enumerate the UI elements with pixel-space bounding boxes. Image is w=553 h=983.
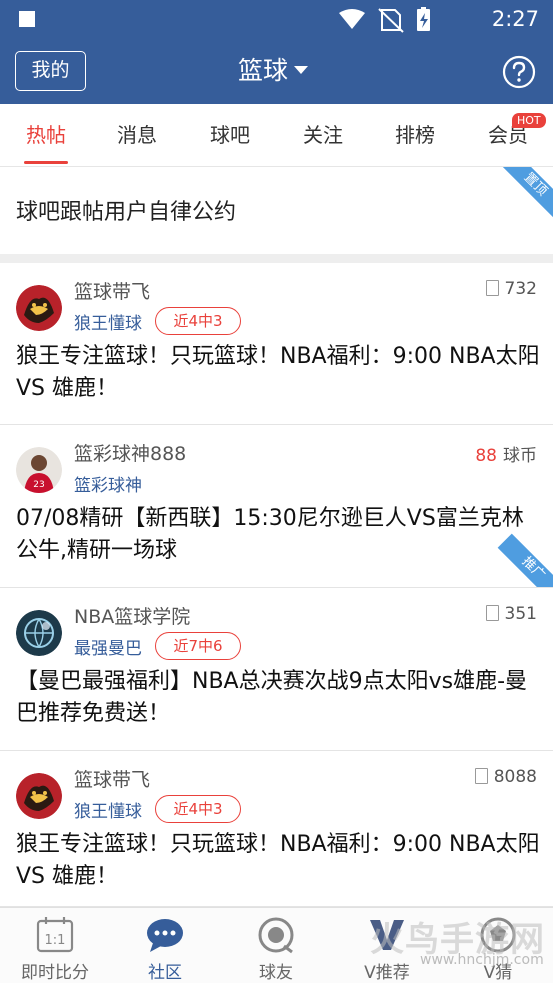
author-name[interactable]: 篮彩球神888 <box>74 439 186 466</box>
score-icon-text: 1:1 <box>45 933 66 948</box>
tab-forum[interactable]: 球吧 <box>206 104 254 167</box>
post-title: 【曼巴最强福利】NBA总决赛次战9点太阳vs雄鹿-曼巴推荐免费送！ <box>16 669 528 726</box>
page-title: 篮球 <box>238 56 289 85</box>
svg-text:23: 23 <box>33 480 44 490</box>
tab-label: 关注 <box>303 123 343 147</box>
active-tab-indicator <box>24 161 68 164</box>
help-icon[interactable] <box>502 55 536 89</box>
post-title: 07/08精研【新西联】15:30尼尔逊巨人VS富兰克林公牛,精研一场球 <box>16 506 524 563</box>
tab-label: 热帖 <box>26 123 66 147</box>
app-header: 我的 篮球 <box>0 40 553 104</box>
nav-v-guess[interactable]: V猜 <box>443 908 553 983</box>
author-tag: 最强曼巴 <box>74 639 142 659</box>
author-tag: 狼王懂球 <box>74 314 142 334</box>
view-count: 8088 <box>474 767 537 787</box>
coin-unit: 球币 <box>503 446 537 466</box>
status-bar: 2:27 <box>0 0 553 40</box>
sport-selector[interactable]: 篮球 <box>238 55 309 89</box>
document-icon <box>485 280 499 296</box>
tab-ranking[interactable]: 排榜 <box>391 104 439 167</box>
coin-amount: 88 <box>475 446 497 466</box>
record-badge: 近7中6 <box>155 632 241 660</box>
tab-following[interactable]: 关注 <box>299 104 347 167</box>
nav-label: 即时比分 <box>21 963 89 983</box>
post-card[interactable]: 篮球带飞 狼王懂球 近4中3 8088 狼王专注篮球！只玩篮球！NBA福利：9:… <box>0 751 553 907</box>
bottom-nav: 1:1 即时比分 社区 球友 V推荐 V猜 <box>0 907 553 983</box>
tab-label: 排榜 <box>395 123 435 147</box>
view-count-value: 732 <box>504 279 537 299</box>
pinned-ribbon: 置顶 <box>499 167 553 221</box>
avatar <box>16 773 62 819</box>
app-screen: 2:27 我的 篮球 热帖 消息 球吧 关注 排榜 会员 HOT 球吧跟帖用户自… <box>0 0 553 983</box>
v-icon <box>370 920 404 950</box>
avatar: 23 <box>16 447 62 493</box>
guess-ball-icon <box>480 917 516 953</box>
author-name[interactable]: NBA篮球学院 <box>74 602 190 629</box>
notification-icon <box>19 11 35 27</box>
post-card[interactable]: NBA篮球学院 最强曼巴 近7中6 351 【曼巴最强福利】NBA总决赛次战9点… <box>0 588 553 751</box>
status-icons <box>339 7 430 33</box>
nav-v-recommend[interactable]: V推荐 <box>332 908 442 983</box>
post-title: 狼王专注篮球！只玩篮球！NBA福利：9:00 NBA太阳 VS 雄鹿！ <box>16 344 540 401</box>
pinned-post-title: 球吧跟帖用户自律公约 <box>16 200 237 225</box>
document-icon <box>485 605 499 621</box>
pinned-post[interactable]: 球吧跟帖用户自律公约 置顶 <box>0 167 553 254</box>
author-tag: 篮彩球神 <box>74 476 142 496</box>
tab-label: 球吧 <box>210 123 250 147</box>
post-card[interactable]: 23 篮彩球神888 篮彩球神 88 球币 07/08精研【新西联】15:30尼尔… <box>0 425 553 588</box>
ball-icon <box>258 917 294 954</box>
tab-label: 消息 <box>117 123 157 147</box>
record-badge: 近4中3 <box>155 307 241 335</box>
post-card[interactable]: 篮球带飞 狼王懂球 近4中3 732 狼王专注篮球！只玩篮球！NBA福利：9:0… <box>0 263 553 425</box>
author-tag: 狼王懂球 <box>74 802 142 822</box>
author-name[interactable]: 篮球带飞 <box>74 277 150 304</box>
section-divider <box>0 254 553 263</box>
nav-label: V推荐 <box>364 963 410 983</box>
no-sim-icon <box>378 8 404 33</box>
avatar <box>16 610 62 656</box>
nav-label: 球友 <box>259 963 293 983</box>
post-title: 狼王专注篮球！只玩篮球！NBA福利：9:00 NBA太阳 VS 雄鹿！ <box>16 832 540 889</box>
avatar <box>16 285 62 331</box>
document-icon <box>474 768 488 784</box>
author-name[interactable]: 篮球带飞 <box>74 765 150 792</box>
view-count: 351 <box>485 604 537 624</box>
chat-bubble-icon <box>147 919 183 952</box>
calendar-score-icon: 1:1 <box>36 917 74 953</box>
view-count-value: 8088 <box>493 767 537 787</box>
record-badge: 近4中3 <box>155 795 241 823</box>
view-count-value: 351 <box>504 604 537 624</box>
nav-friends[interactable]: 球友 <box>221 908 331 983</box>
view-count: 732 <box>485 279 537 299</box>
hot-badge: HOT <box>512 113 546 128</box>
tab-messages[interactable]: 消息 <box>113 104 161 167</box>
tab-bar: 热帖 消息 球吧 关注 排榜 会员 HOT <box>0 104 553 167</box>
battery-icon <box>417 7 430 31</box>
caret-down-icon <box>294 66 309 74</box>
nav-live-scores[interactable]: 1:1 即时比分 <box>0 908 110 983</box>
tab-hot-posts[interactable]: 热帖 <box>22 104 70 167</box>
my-button[interactable]: 我的 <box>15 51 86 91</box>
nav-label: V猜 <box>483 963 513 983</box>
wifi-icon <box>339 9 365 29</box>
coin-price: 88 球币 <box>475 441 537 466</box>
clock: 2:27 <box>491 7 539 31</box>
nav-label: 社区 <box>148 963 182 983</box>
nav-community[interactable]: 社区 <box>110 908 220 983</box>
